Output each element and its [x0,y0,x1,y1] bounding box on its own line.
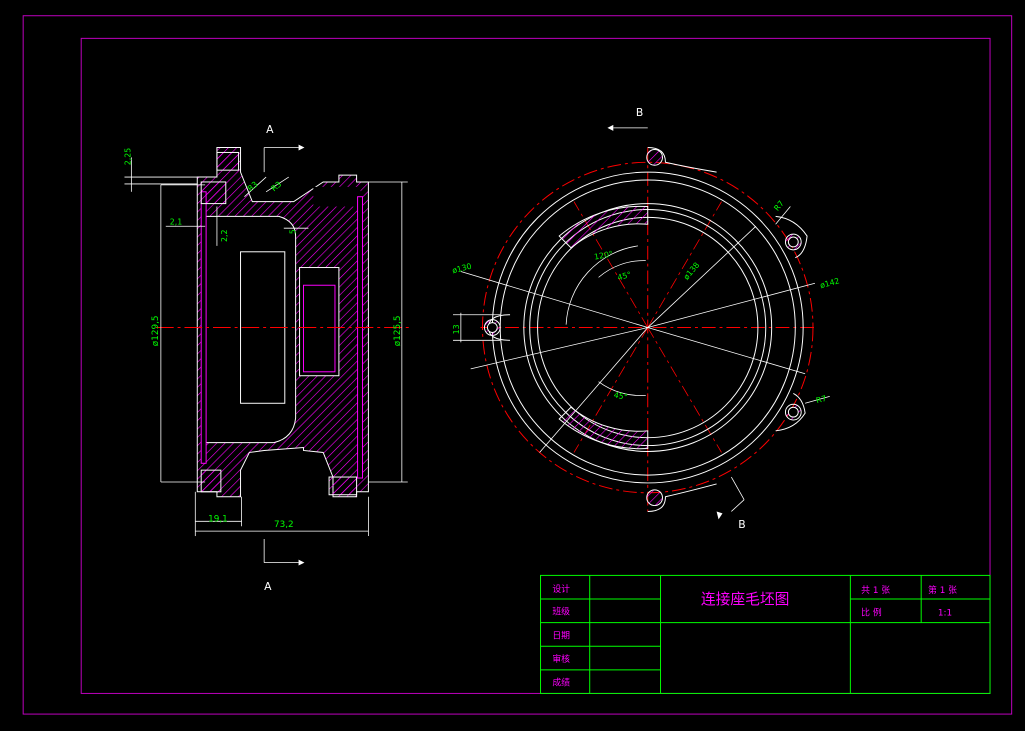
scale-label: 比 例 [861,607,882,619]
section-label-a-bottom: A [264,580,272,593]
dim-45deg-a: 45° [616,270,632,282]
dim-19-1: 19,1 [208,514,228,524]
label-design: 设计 [552,583,570,595]
dim-2-1: 2,1 [170,217,183,226]
dim-2-25: 2,25 [123,148,132,165]
plan-view-b: B B ø130 120° 45° 45° ø138 ø142 13 R7 R7 [451,106,840,531]
label-grade: 成绩 [552,677,570,689]
label-class: 班级 [552,606,570,618]
drawing-title: 连接座毛坯图 [701,591,790,608]
scale-value: 1:1 [938,609,952,619]
dim-130: ø130 [451,262,472,276]
dim-129-5: ø129,5 [151,315,161,346]
section-view-a: A A 2,25 2,1 2,2 R3 R3 5 ø129,5 ø125,5 1… [123,123,410,593]
dim-r7-a: R7 [772,199,786,213]
dim-r7-b: R7 [815,394,827,405]
cad-drawing-canvas[interactable]: A A 2,25 2,1 2,2 R3 R3 5 ø129,5 ø125,5 1… [0,0,1025,719]
dim-45deg-b: 45° [613,390,628,401]
dim-5: 5 [289,229,298,234]
total-sheets: 共 1 张 [861,585,890,596]
section-label-b-top: B [636,106,643,119]
label-date: 日期 [552,630,570,641]
dim-2-2: 2,2 [220,229,229,242]
dim-125-5: ø125,5 [393,315,403,346]
dim-142: ø142 [819,276,840,290]
dim-13: 13 [452,324,461,334]
section-label-b-bottom: B [738,518,745,531]
label-review: 审核 [552,653,570,665]
sheet-number: 第 1 张 [928,584,957,596]
section-label-a-top: A [266,123,274,136]
dim-73-2: 73,2 [274,520,294,530]
dim-120deg: 120° [593,249,613,261]
